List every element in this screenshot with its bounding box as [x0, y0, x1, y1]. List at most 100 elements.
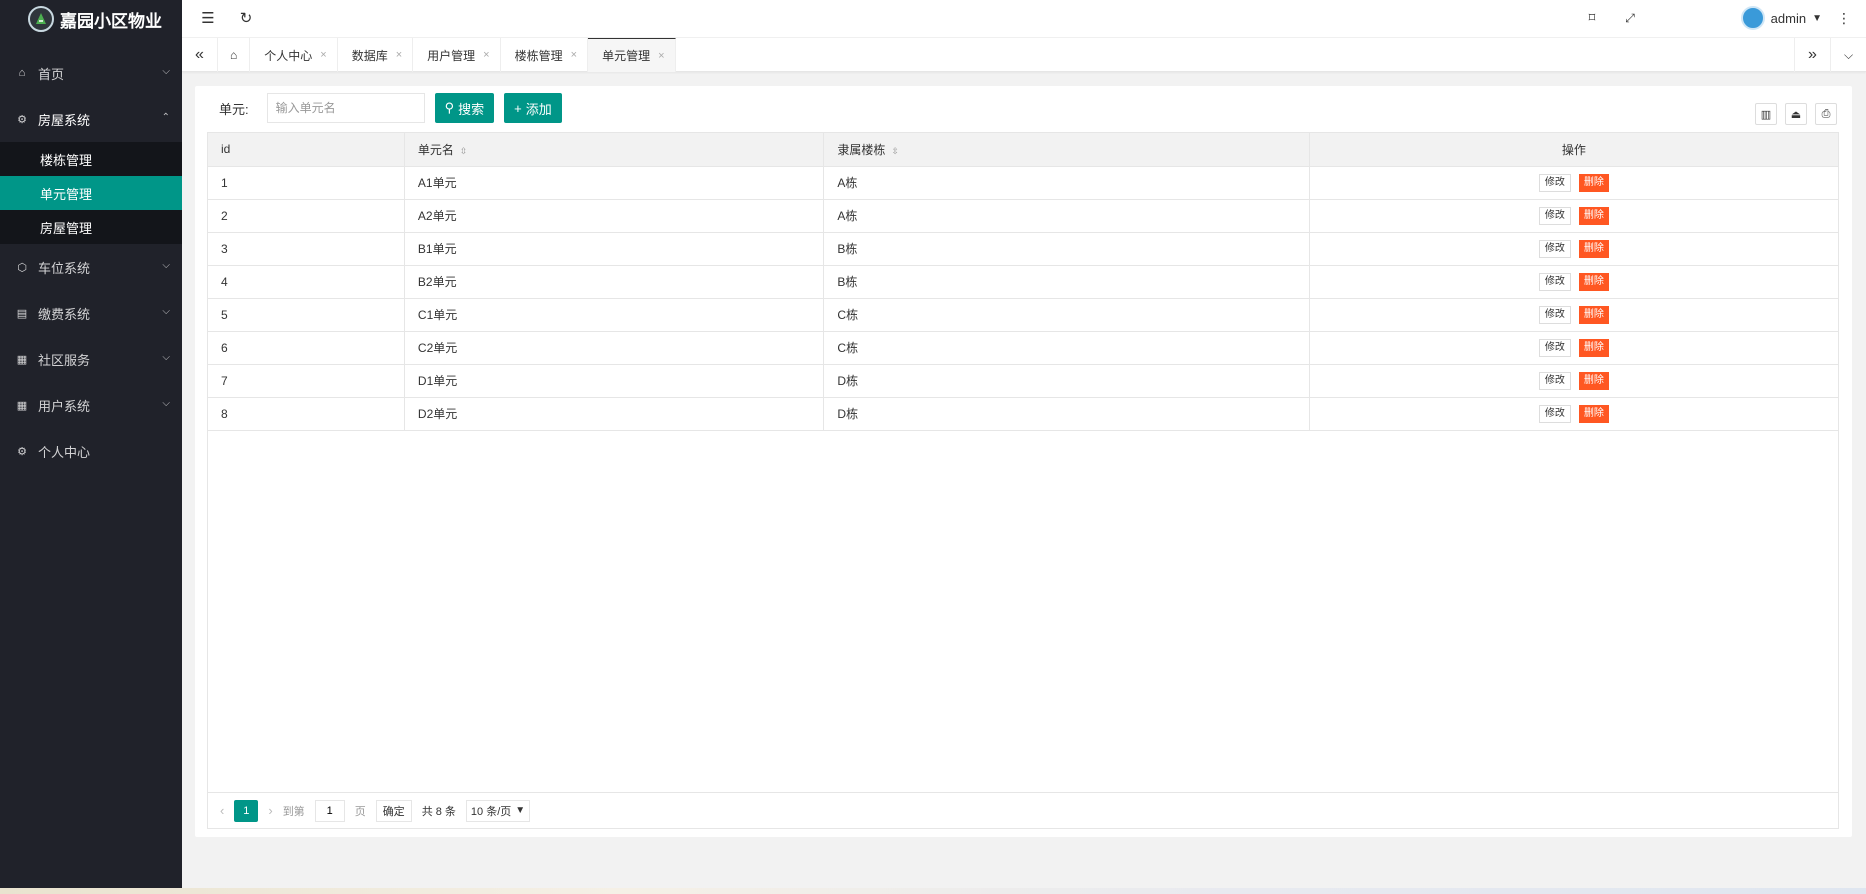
table-toolbar: ▥ ⏏ ⎙ — [1752, 100, 1840, 128]
tab-home[interactable]: ⌂ — [218, 38, 251, 72]
sidebar-item-users[interactable]: ▦ 用户系统 ⌵ — [0, 382, 182, 428]
sidebar-subitem-units[interactable]: 单元管理 — [0, 176, 182, 210]
close-icon[interactable]: × — [396, 49, 402, 61]
delete-button[interactable]: 删除 — [1578, 239, 1609, 258]
delete-button[interactable]: 删除 — [1578, 173, 1609, 192]
cell-id: 8 — [208, 397, 405, 431]
pagination: ‹ 1 › 到第 页 确定 共 8 条 10 条/页 ▼ — [208, 792, 1838, 828]
current-page[interactable]: 1 — [234, 799, 259, 822]
content-card: 单元: ⚲ 搜索 + 添加 ▥ ⏏ ⎙ id 单元名 ⇳ 隶属楼栋 ⇳ 操作 — [195, 86, 1852, 837]
list-icon: ▤ — [16, 307, 28, 320]
cell-actions: 修改 删除 — [1309, 199, 1838, 233]
page-number-input[interactable] — [314, 799, 345, 822]
tab-label: 用户管理 — [427, 48, 476, 63]
cell-actions: 修改 删除 — [1309, 397, 1838, 431]
sidebar-item-label: 个人中心 — [38, 444, 91, 460]
add-button[interactable]: + 添加 — [504, 93, 562, 123]
delete-button[interactable]: 删除 — [1578, 272, 1609, 291]
delete-button[interactable]: 删除 — [1578, 338, 1609, 357]
tab-label: 数据库 — [351, 48, 388, 63]
cell-building: C栋 — [823, 331, 1310, 365]
print-icon[interactable]: ⎙ — [1815, 103, 1837, 125]
sidebar-item-housing[interactable]: ⚙ 房屋系统 ⌃ — [0, 96, 182, 142]
user-menu[interactable]: admin ▼ — [1740, 0, 1822, 36]
tab-unit-management[interactable]: 单元管理 × — [588, 38, 676, 72]
delete-button[interactable]: 删除 — [1578, 206, 1609, 225]
edit-button[interactable]: 修改 — [1538, 173, 1571, 192]
columns-filter-icon[interactable]: ▥ — [1755, 103, 1777, 125]
edit-button[interactable]: 修改 — [1538, 338, 1571, 357]
app-logo[interactable]: 嘉园小区物业 — [0, 0, 182, 38]
sort-icon[interactable]: ⇳ — [460, 146, 468, 156]
tabs-scroll-left-icon[interactable]: « — [182, 38, 218, 72]
search-button-label: 搜索 — [458, 101, 485, 117]
edit-button[interactable]: 修改 — [1538, 272, 1571, 291]
col-header-unit-name[interactable]: 单元名 ⇳ — [404, 133, 825, 167]
tab-bar: « ⌂ 个人中心 × 数据库 × 用户管理 × 楼栋管理 × 单元管理 × » … — [182, 38, 1866, 72]
tab-database[interactable]: 数据库 × — [338, 38, 414, 72]
goto-confirm-button[interactable]: 确定 — [375, 799, 412, 822]
search-button[interactable]: ⚲ 搜索 — [434, 93, 495, 123]
gear-icon: ⚙ — [17, 445, 27, 458]
table-row: 5 C1单元 C栋 修改 删除 — [208, 298, 1838, 332]
delete-button[interactable]: 删除 — [1578, 404, 1609, 423]
cell-unit-name: D1单元 — [404, 364, 825, 398]
sidebar-item-community[interactable]: ▦ 社区服务 ⌵ — [0, 336, 182, 382]
tabs-dropdown-icon[interactable]: ⌵ — [1830, 38, 1866, 72]
tabs-scroll-right-icon[interactable]: » — [1794, 38, 1830, 72]
tab-profile[interactable]: 个人中心 × — [250, 38, 338, 72]
tag-icon[interactable]: ⌑ — [1582, 0, 1602, 36]
unit-search-input[interactable] — [266, 93, 425, 123]
refresh-icon[interactable]: ↻ — [236, 0, 256, 36]
housing-submenu: 楼栋管理 单元管理 房屋管理 — [0, 142, 182, 244]
col-header-actions: 操作 — [1309, 133, 1838, 167]
sidebar-item-label: 社区服务 — [38, 352, 91, 368]
chevron-up-icon: ⌃ — [161, 112, 170, 123]
table-row: 7 D1单元 D栋 修改 删除 — [208, 364, 1838, 398]
table-row: 4 B2单元 B栋 修改 删除 — [208, 265, 1838, 299]
sidebar-subitem-houses[interactable]: 房屋管理 — [0, 210, 182, 244]
sidebar-subitem-buildings[interactable]: 楼栋管理 — [0, 142, 182, 176]
delete-button[interactable]: 删除 — [1578, 371, 1609, 390]
tab-building-management[interactable]: 楼栋管理 × — [501, 38, 589, 72]
sidebar-subitem-label: 楼栋管理 — [40, 152, 93, 168]
col-header-id[interactable]: id — [208, 133, 405, 167]
close-icon[interactable]: × — [571, 49, 577, 61]
sidebar-item-home[interactable]: ⌂ 首页 ⌵ — [0, 50, 182, 96]
edit-button[interactable]: 修改 — [1538, 239, 1571, 258]
col-header-building[interactable]: 隶属楼栋 ⇳ — [823, 133, 1310, 167]
cell-id: 1 — [208, 166, 405, 200]
sort-icon[interactable]: ⇳ — [891, 146, 899, 156]
search-icon: ⚲ — [444, 100, 455, 115]
cell-unit-name: A1单元 — [404, 166, 825, 200]
page-size-select[interactable]: 10 条/页 ▼ — [465, 799, 531, 822]
sidebar-item-profile[interactable]: ⚙ 个人中心 — [0, 428, 182, 474]
close-icon[interactable]: × — [658, 50, 664, 62]
sidebar-item-parking[interactable]: ⬡ 车位系统 ⌵ — [0, 244, 182, 290]
close-icon[interactable]: × — [483, 49, 489, 61]
cell-actions: 修改 删除 — [1309, 298, 1838, 332]
close-icon[interactable]: × — [320, 49, 326, 61]
edit-button[interactable]: 修改 — [1538, 305, 1571, 324]
sidebar-item-payment[interactable]: ▤ 缴费系统 ⌵ — [0, 290, 182, 336]
fullscreen-icon[interactable]: ⤢ — [1620, 0, 1640, 36]
tab-user-management[interactable]: 用户管理 × — [413, 38, 501, 72]
export-icon[interactable]: ⏏ — [1785, 103, 1807, 125]
next-page-icon[interactable]: › — [268, 803, 272, 818]
edit-button[interactable]: 修改 — [1538, 371, 1571, 390]
prev-page-icon[interactable]: ‹ — [220, 803, 224, 818]
table-row: 1 A1单元 A栋 修改 删除 — [208, 166, 1838, 200]
cell-building: D栋 — [823, 397, 1310, 431]
cell-actions: 修改 删除 — [1309, 265, 1838, 299]
edit-button[interactable]: 修改 — [1538, 404, 1571, 423]
edit-button[interactable]: 修改 — [1538, 206, 1571, 225]
sidebar-item-label: 首页 — [38, 66, 65, 82]
chevron-down-icon: ▼ — [515, 805, 526, 816]
sidebar-item-label: 缴费系统 — [38, 306, 91, 322]
menu-toggle-icon[interactable]: ☰ — [198, 0, 218, 36]
sidebar-subitem-label: 房屋管理 — [40, 220, 93, 236]
delete-button[interactable]: 删除 — [1578, 305, 1609, 324]
bottom-strip — [0, 888, 1866, 894]
col-header-label: id — [221, 142, 231, 157]
more-icon[interactable]: ⋮ — [1834, 0, 1854, 36]
